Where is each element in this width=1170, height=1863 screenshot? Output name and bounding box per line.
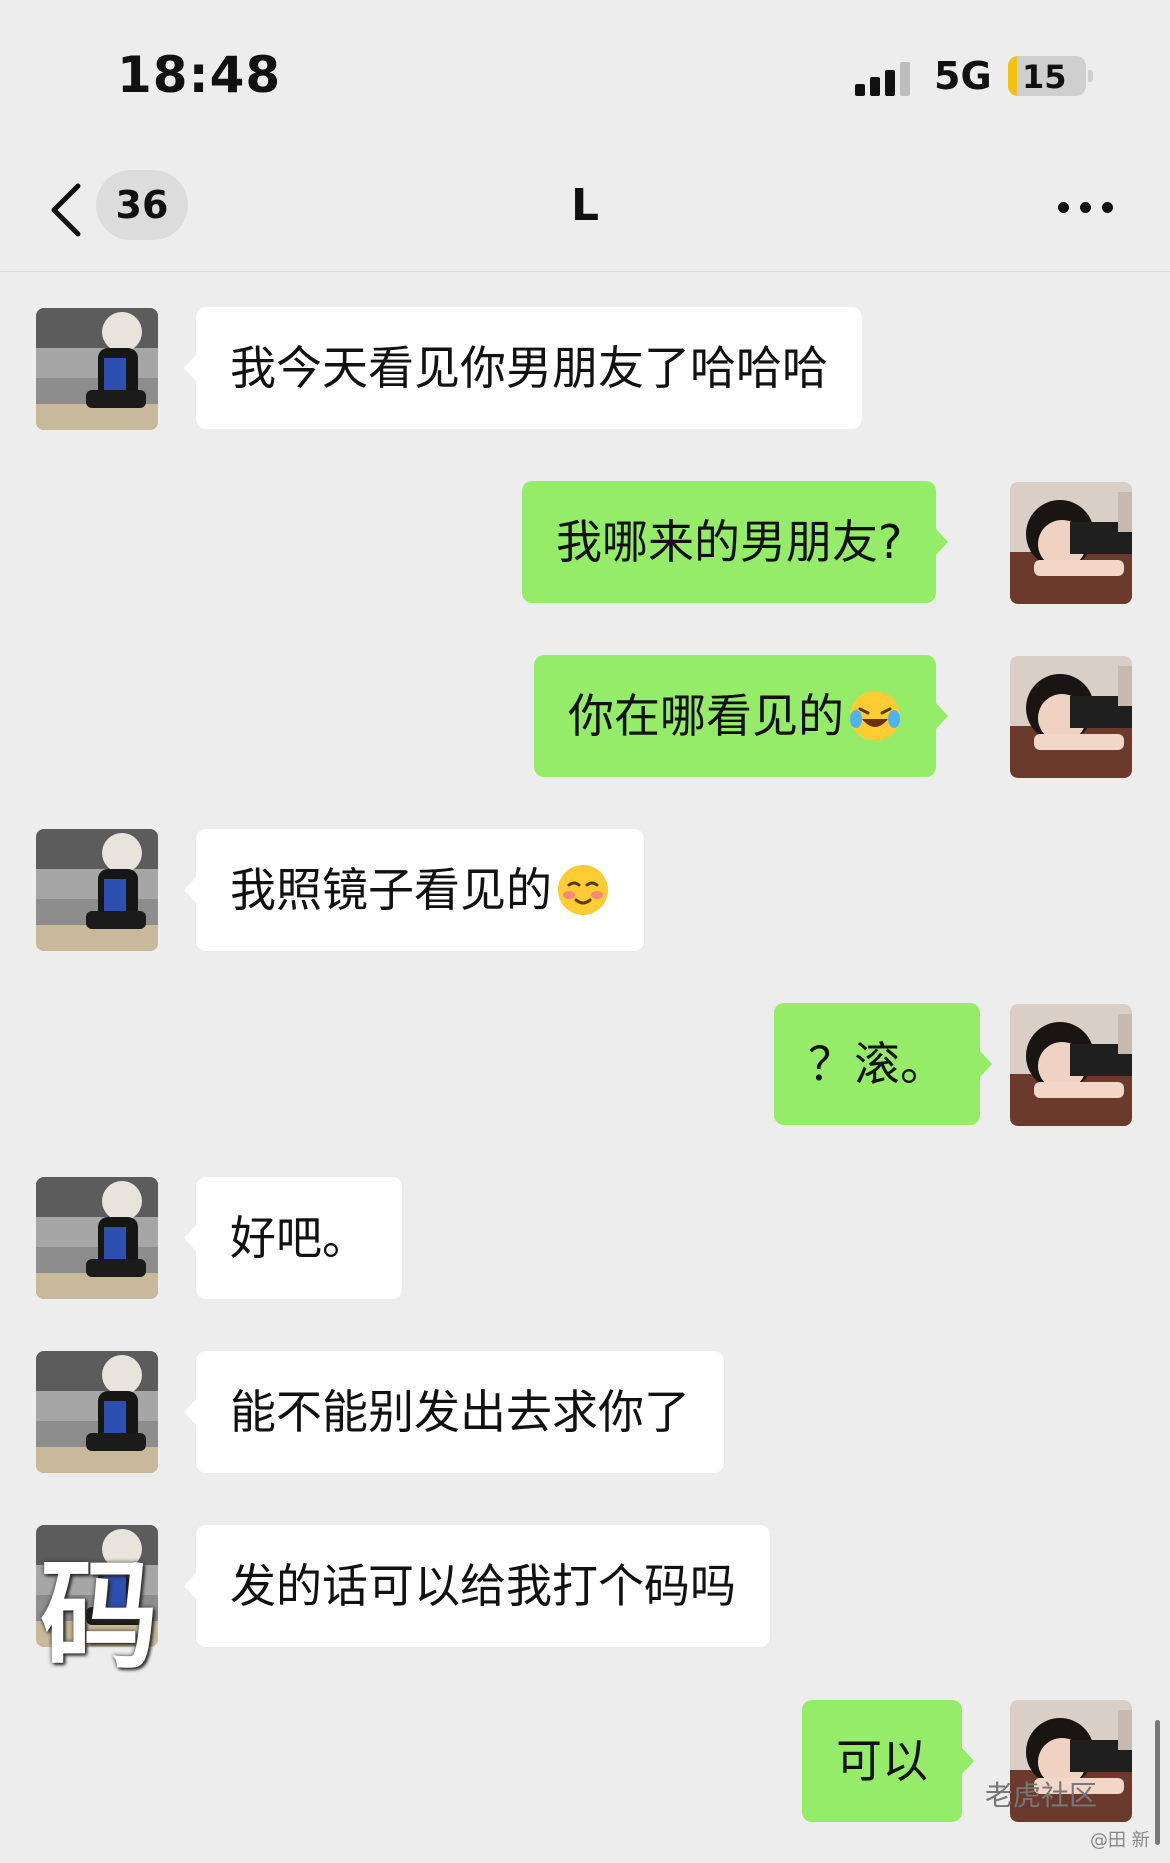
incoming-bubble[interactable]: 好吧。 — [184, 1177, 402, 1299]
contact-avatar[interactable] — [36, 829, 158, 951]
my-avatar[interactable] — [1010, 1004, 1132, 1126]
contact-avatar[interactable] — [36, 1177, 158, 1299]
message-text: 我哪来的男朋友? — [556, 515, 903, 569]
signal-icon — [855, 62, 915, 96]
incoming-bubble[interactable]: 发的话可以给我打个码吗 — [184, 1525, 770, 1647]
unread-count-badge[interactable]: 36 — [96, 170, 188, 240]
my-avatar[interactable] — [1010, 656, 1132, 778]
overlay-censor-text: 码 — [40, 1547, 159, 1685]
outgoing-bubble[interactable]: 我哪来的男朋友? — [522, 481, 949, 603]
outgoing-bubble[interactable]: 你在哪看见的 — [534, 655, 948, 777]
message-text: 好吧。 — [230, 1211, 368, 1265]
battery-icon: 15 — [1008, 56, 1086, 96]
status-time: 18:48 — [117, 46, 282, 104]
chat-header: 36 L — [0, 150, 1170, 272]
incoming-bubble[interactable]: 我今天看见你男朋友了哈哈哈 — [184, 307, 862, 429]
message-text: 我照镜子看见的 — [230, 863, 552, 917]
incoming-bubble[interactable]: 能不能别发出去求你了 — [184, 1351, 724, 1473]
network-label: 5G — [934, 54, 992, 98]
message-text: 我今天看见你男朋友了哈哈哈 — [230, 341, 828, 395]
message-text: 可以 — [836, 1734, 928, 1788]
battery-level: 15 — [1022, 58, 1067, 96]
watermark-subtext: @田 新 — [1090, 1830, 1150, 1851]
chat-title: L — [570, 180, 600, 231]
outgoing-bubble[interactable]: ？滚。 — [774, 1003, 992, 1125]
contact-avatar[interactable] — [36, 1351, 158, 1473]
message-text: 发的话可以给我打个码吗 — [230, 1559, 736, 1613]
message-text: 能不能别发出去求你了 — [230, 1385, 690, 1439]
message-text: 你在哪看见的 — [568, 689, 844, 743]
status-bar: 18:48 5G 15 — [0, 0, 1170, 150]
my-avatar[interactable] — [1010, 482, 1132, 604]
laughing-crying-emoji — [850, 690, 900, 741]
watermark-text: 老虎社区 — [985, 1779, 1098, 1812]
contact-avatar[interactable] — [36, 308, 158, 430]
ellipsis-icon[interactable] — [1058, 202, 1114, 214]
scrollbar[interactable] — [1155, 1720, 1160, 1845]
incoming-bubble[interactable]: 我照镜子看见的 — [184, 829, 644, 951]
outgoing-bubble[interactable]: 可以 — [802, 1700, 974, 1822]
chevron-left-icon[interactable] — [48, 180, 84, 240]
blushing-smile-emoji — [558, 864, 608, 915]
message-text: ？滚。 — [808, 1037, 946, 1091]
